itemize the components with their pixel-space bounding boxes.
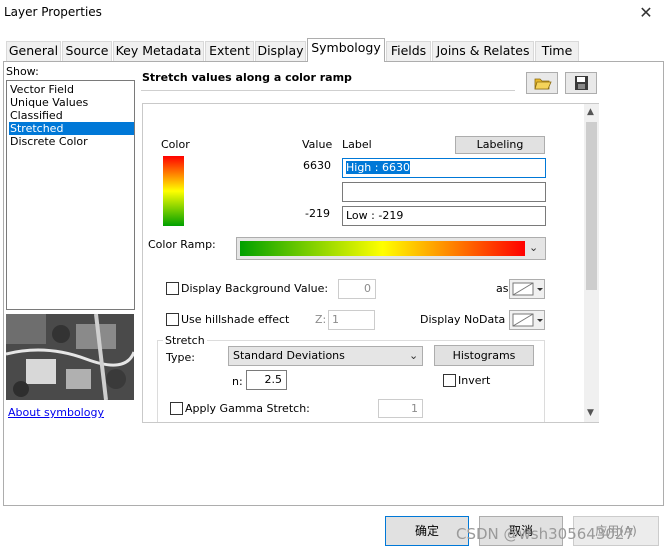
- list-item-vector-field[interactable]: Vector Field: [9, 83, 134, 96]
- tab-display[interactable]: Display: [255, 41, 306, 61]
- symbology-preview-image: [6, 314, 134, 400]
- save-layer-file-button[interactable]: [565, 72, 597, 94]
- low-label-field[interactable]: Low : -219: [342, 206, 546, 226]
- open-layer-file-button[interactable]: [526, 72, 558, 94]
- tab-time[interactable]: Time: [535, 41, 579, 61]
- background-as-label: as: [496, 282, 509, 295]
- n-label: n:: [232, 375, 243, 388]
- invert-checkbox[interactable]: [443, 374, 456, 387]
- high-label-text: High : 6630: [346, 161, 410, 174]
- stretch-type-label: Type:: [166, 351, 195, 364]
- mid-label-field[interactable]: [342, 182, 546, 202]
- save-icon: [566, 76, 596, 96]
- color-ramp-dropdown[interactable]: ⌄: [236, 237, 546, 260]
- hillshade-checkbox[interactable]: [166, 313, 179, 326]
- list-item-stretched[interactable]: Stretched: [9, 122, 134, 135]
- window-title: Layer Properties: [4, 5, 102, 19]
- tab-joins-relates[interactable]: Joins & Relates: [432, 41, 534, 61]
- scroll-down-icon[interactable]: ▼: [587, 408, 594, 418]
- low-value: -219: [305, 207, 330, 220]
- stretch-type-dropdown[interactable]: Standard Deviations ⌄: [228, 346, 423, 366]
- color-ramp-preview: [240, 241, 525, 256]
- show-label: Show:: [6, 65, 39, 78]
- nodata-color-picker[interactable]: [509, 310, 545, 330]
- background-color-picker[interactable]: [509, 279, 545, 299]
- chevron-down-icon: ⌄: [529, 241, 539, 254]
- tab-key-metadata[interactable]: Key Metadata: [113, 41, 204, 61]
- scroll-up-icon[interactable]: ▲: [587, 107, 594, 117]
- value-header: Value: [302, 138, 333, 151]
- labeling-button[interactable]: Labeling: [455, 136, 545, 154]
- z-factor-field[interactable]: 1: [328, 310, 375, 330]
- gamma-value-field[interactable]: 1: [378, 399, 423, 418]
- folder-open-icon: [527, 78, 557, 96]
- tab-extent[interactable]: Extent: [205, 41, 254, 61]
- tab-general[interactable]: General: [6, 41, 61, 61]
- list-item-classified[interactable]: Classified: [9, 109, 134, 122]
- about-symbology-link[interactable]: About symbology: [8, 406, 104, 419]
- invert-label: Invert: [458, 374, 491, 387]
- label-header: Label: [342, 138, 372, 151]
- stretch-type-value: Standard Deviations: [233, 349, 345, 362]
- watermark-text: CSDN @wsh305643027: [456, 525, 635, 543]
- color-ramp-swatch[interactable]: [163, 156, 184, 226]
- panel-heading: Stretch values along a color ramp: [142, 71, 352, 84]
- stretch-group-label: Stretch: [163, 334, 207, 347]
- n-value-field[interactable]: 2.5: [246, 370, 287, 390]
- tab-source[interactable]: Source: [62, 41, 112, 61]
- high-label-field[interactable]: High : 6630: [342, 158, 546, 178]
- chevron-down-icon: ⌄: [409, 349, 419, 362]
- gamma-stretch-label: Apply Gamma Stretch:: [185, 402, 310, 415]
- hillshade-label: Use hillshade effect: [181, 313, 290, 326]
- color-header: Color: [161, 138, 190, 151]
- close-button[interactable]: ✕: [631, 2, 661, 24]
- display-background-label: Display Background Value:: [181, 282, 329, 295]
- display-background-checkbox[interactable]: [166, 282, 179, 295]
- background-value-field[interactable]: 0: [338, 279, 376, 299]
- gamma-stretch-checkbox[interactable]: [170, 402, 183, 415]
- color-ramp-label: Color Ramp:: [148, 238, 216, 251]
- tab-fields[interactable]: Fields: [386, 41, 431, 61]
- histograms-button[interactable]: Histograms: [434, 345, 534, 366]
- scrollbar-thumb[interactable]: [586, 122, 597, 290]
- show-listbox[interactable]: Vector Field Unique Values Classified St…: [6, 80, 135, 310]
- list-item-unique-values[interactable]: Unique Values: [9, 96, 134, 109]
- nodata-label: Display NoData as: [420, 313, 522, 326]
- z-label: Z:: [315, 313, 327, 326]
- tab-symbology[interactable]: Symbology: [307, 38, 385, 62]
- high-value: 6630: [303, 159, 331, 172]
- list-item-discrete-color[interactable]: Discrete Color: [9, 135, 134, 148]
